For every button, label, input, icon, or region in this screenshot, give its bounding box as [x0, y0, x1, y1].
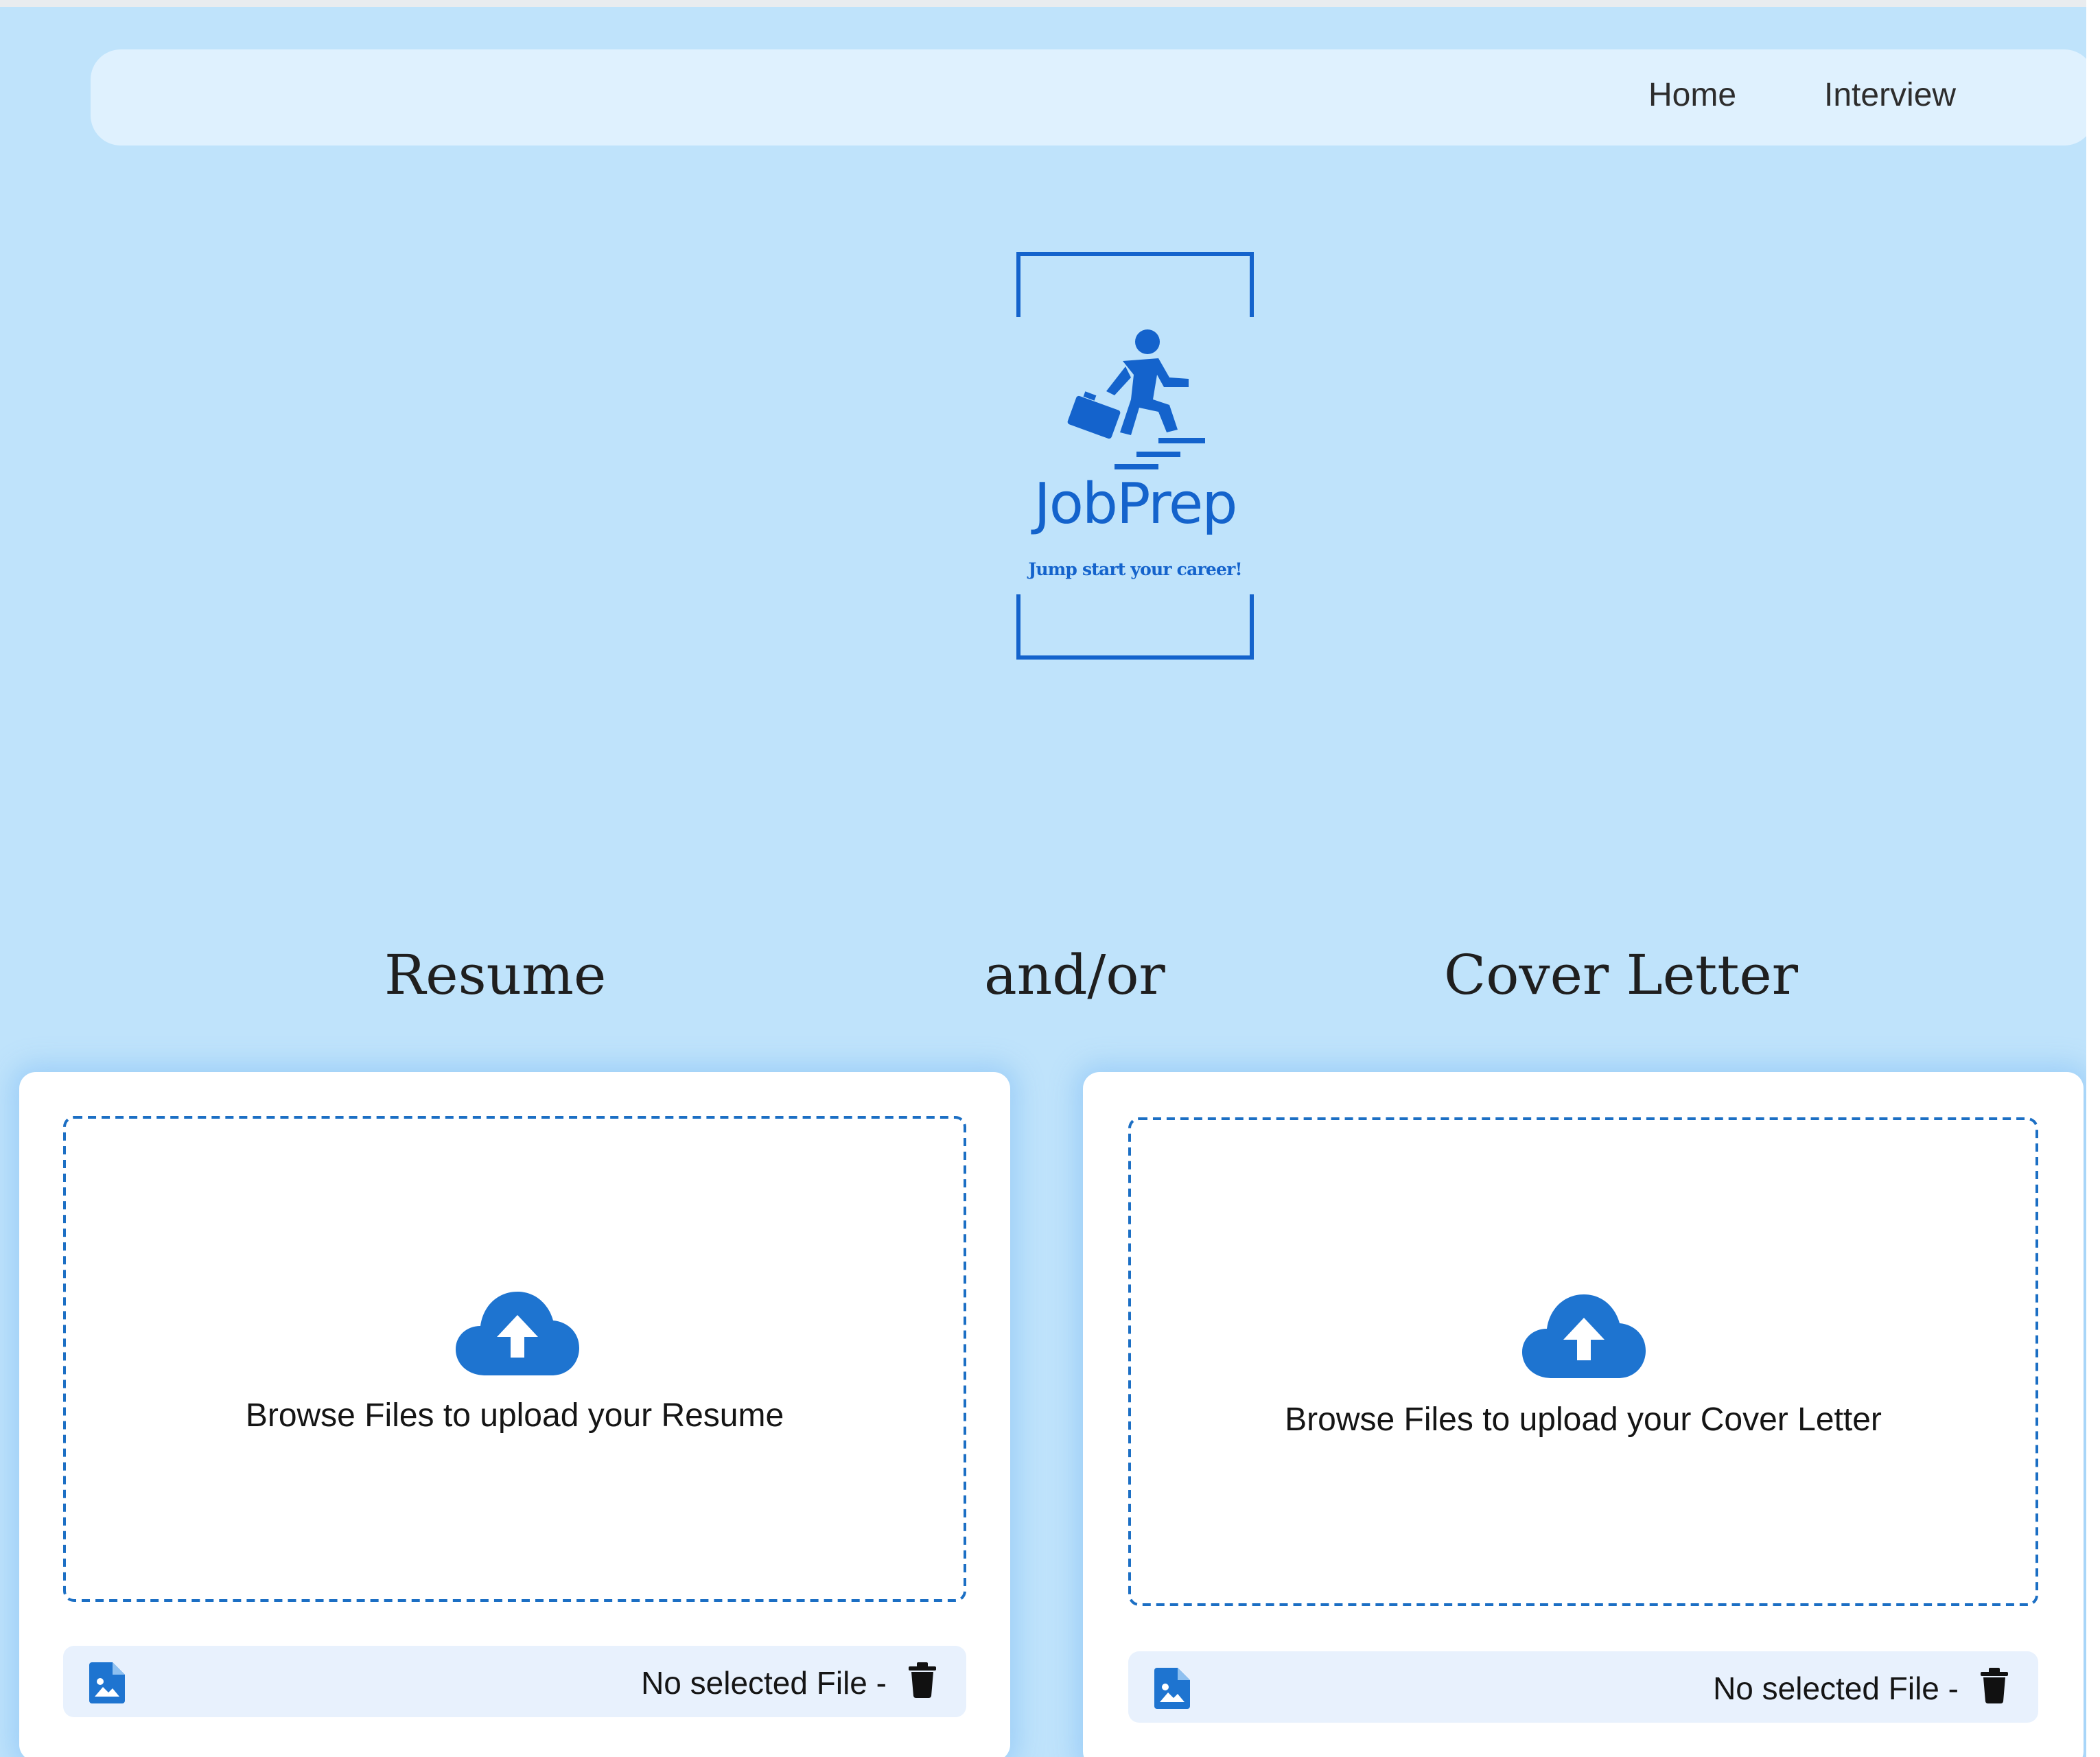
- resume-dropzone[interactable]: Browse Files to upload your Resume: [63, 1116, 966, 1602]
- logo-title: JobPrep: [1034, 471, 1238, 537]
- trash-icon[interactable]: [1981, 1668, 2008, 1703]
- page-stage: Home Interview JobPrep Jump start your c…: [0, 7, 2086, 1757]
- heading-resume: Resume: [384, 944, 607, 1008]
- nav-link-interview[interactable]: Interview: [1824, 79, 1956, 113]
- cloud-upload-icon: [1522, 1294, 1646, 1378]
- resume-upload-card: Browse Files to upload your Resume No se…: [19, 1072, 1010, 1757]
- person-climbing-stairs-with-briefcase-icon: [1067, 329, 1205, 469]
- cover-letter-dropzone[interactable]: Browse Files to upload your Cover Letter: [1128, 1117, 2038, 1606]
- logo-tagline: Jump start your career!: [1028, 559, 1242, 579]
- top-navbar: Home Interview: [91, 49, 2086, 146]
- heading-and-or: and/or: [984, 944, 1165, 1008]
- image-file-icon: [1154, 1668, 1190, 1709]
- resume-upload-text: Browse Files to upload your Resume: [245, 1397, 784, 1434]
- trash-icon[interactable]: [909, 1662, 936, 1698]
- logo-frame: [1016, 252, 1254, 660]
- cover-letter-upload-text: Browse Files to upload your Cover Letter: [1285, 1401, 1882, 1439]
- jobprep-logo: JobPrep Jump start your career!: [1016, 251, 1255, 660]
- cover-letter-file-status: No selected File -: [1713, 1671, 1959, 1706]
- cover-letter-file-bar: No selected File -: [1128, 1651, 2038, 1723]
- image-file-icon: [89, 1662, 125, 1703]
- nav-link-home[interactable]: Home: [1648, 79, 1736, 113]
- heading-cover-letter: Cover Letter: [1444, 944, 1798, 1008]
- page: Home Interview JobPrep Jump start your c…: [0, 0, 2086, 1757]
- cloud-upload-icon: [456, 1292, 579, 1375]
- cover-letter-upload-card: Browse Files to upload your Cover Letter…: [1083, 1072, 2084, 1757]
- resume-file-bar: No selected File -: [63, 1646, 966, 1717]
- resume-file-status: No selected File -: [641, 1665, 887, 1701]
